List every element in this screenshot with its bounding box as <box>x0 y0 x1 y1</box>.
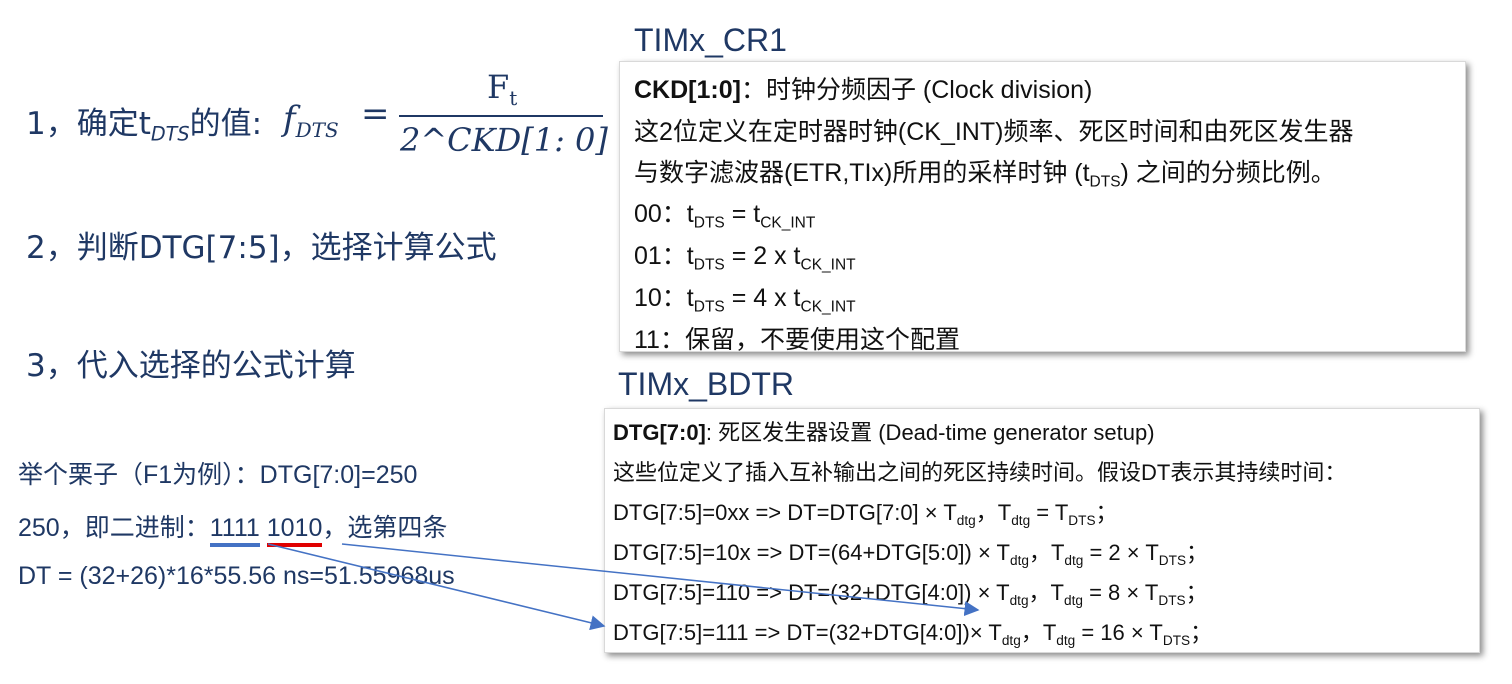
annotation-arrows <box>267 543 980 631</box>
arrow-high-bits <box>267 543 606 631</box>
arrow-low-bits <box>341 543 980 617</box>
